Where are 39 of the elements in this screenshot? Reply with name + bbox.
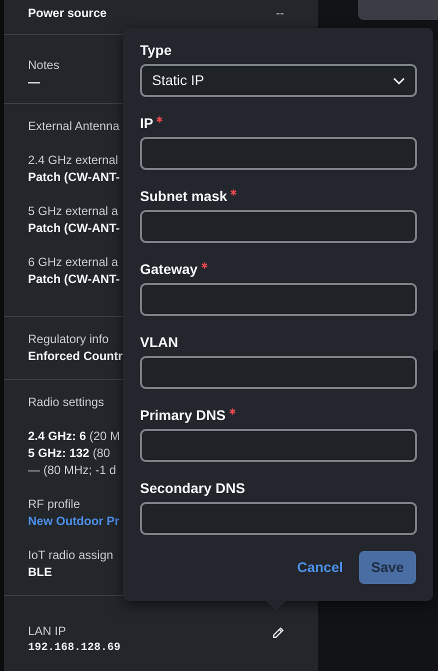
input-field[interactable] <box>140 502 417 535</box>
detail-value: Patch (CW-ANT- <box>28 220 120 237</box>
detail-value: — <box>28 74 40 91</box>
detail-label: Regulatory info <box>28 331 109 348</box>
detail-label: RF profile <box>28 496 80 513</box>
detail-label: 2.4 GHz external <box>28 152 118 169</box>
radio-setting: — (80 MHz; -1 d <box>28 462 116 479</box>
section-heading: Radio settings <box>28 394 104 411</box>
detail-value: Patch (CW-ANT- <box>28 271 120 288</box>
detail-label: 5 GHz external a <box>28 203 118 220</box>
detail-label: Notes <box>28 57 60 74</box>
type-select[interactable]: Static IP <box>140 64 417 97</box>
detail-value: -- <box>276 5 284 22</box>
detail-value: BLE <box>28 564 52 581</box>
detail-value: Enforced Countr <box>28 348 123 365</box>
detail-label: 6 GHz external a <box>28 254 118 271</box>
profile-link[interactable]: New Outdoor Pr <box>28 513 120 530</box>
radio-setting: 2.4 GHz: 6 (20 M <box>28 428 120 445</box>
cancel-button[interactable]: Cancel <box>297 557 343 578</box>
field-label: Gateway <box>140 261 198 277</box>
input-field[interactable] <box>140 137 417 170</box>
detail-label: IoT radio assign <box>28 547 114 564</box>
field-label: Subnet mask <box>140 188 228 204</box>
detail-value: Patch (CW-ANT- <box>28 169 120 186</box>
radio-setting: 5 GHz: 132 (80 <box>28 445 110 462</box>
field-label: VLAN <box>140 334 178 350</box>
detail-label: LAN IP <box>28 623 66 640</box>
detail-value: 192.168.128.69 <box>28 641 120 656</box>
section-heading: External Antenna <box>28 118 120 135</box>
field-label: Secondary DNS <box>140 480 246 496</box>
field-label: IP <box>140 115 154 131</box>
field-label: Type <box>140 42 172 58</box>
input-field[interactable] <box>140 356 417 389</box>
input-field[interactable] <box>140 283 417 316</box>
input-field[interactable] <box>140 429 417 462</box>
input-field[interactable] <box>140 210 417 243</box>
detail-label: Power source <box>28 5 107 22</box>
chevron-down-icon <box>393 76 405 84</box>
field-label: Primary DNS <box>140 407 226 423</box>
